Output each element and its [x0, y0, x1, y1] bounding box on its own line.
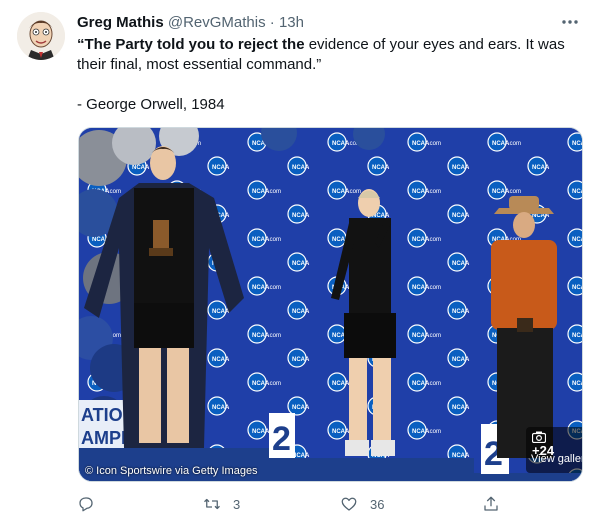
timestamp[interactable]: 13h: [279, 14, 304, 31]
podium-photo: NCAA .com NCAA ATIONAL AMPION: [79, 128, 582, 481]
tweet-photo[interactable]: NCAA .com NCAA ATIONAL AMPION: [78, 127, 583, 482]
author-handle[interactable]: @RevGMathis: [168, 14, 266, 31]
reply-icon: [79, 497, 93, 512]
share-icon: [484, 496, 498, 511]
photo-credit: © Icon Sportswire via Getty Images: [85, 465, 258, 477]
action-bar: 3 36: [77, 494, 507, 514]
tweet-text-bold: “The Party told you to reject the: [77, 36, 305, 53]
author-name[interactable]: Greg Mathis: [77, 14, 164, 31]
share-button[interactable]: [482, 494, 512, 514]
retweet-button[interactable]: 3: [203, 494, 240, 514]
tweet-text-line2: their final, most essential command.”: [77, 56, 322, 73]
tweet: Greg Mathis @RevGMathis · 13h “The Party…: [0, 0, 598, 525]
tweet-text: “The Party told you to reject the eviden…: [77, 35, 582, 115]
like-icon: [341, 497, 357, 511]
like-button[interactable]: 36: [340, 494, 384, 514]
separator: ·: [269, 14, 275, 31]
view-gallery-button[interactable]: +24 View gallery: [526, 427, 582, 473]
tweet-attribution: - George Orwell, 1984: [77, 96, 225, 113]
tweet-header: Greg Mathis @RevGMathis · 13h: [77, 13, 582, 33]
reply-button[interactable]: [77, 494, 107, 514]
retweet-icon: [204, 498, 220, 510]
gallery-label: View gallery: [531, 453, 582, 465]
avatar[interactable]: [17, 12, 65, 60]
tweet-text-rest: evidence of your eyes and ears. It was: [304, 36, 565, 53]
like-count: 36: [370, 496, 385, 512]
podium-number-left: 2: [272, 420, 291, 458]
more-icon[interactable]: [560, 12, 580, 32]
retweet-count: 3: [233, 496, 241, 512]
camera-icon: [532, 431, 546, 443]
